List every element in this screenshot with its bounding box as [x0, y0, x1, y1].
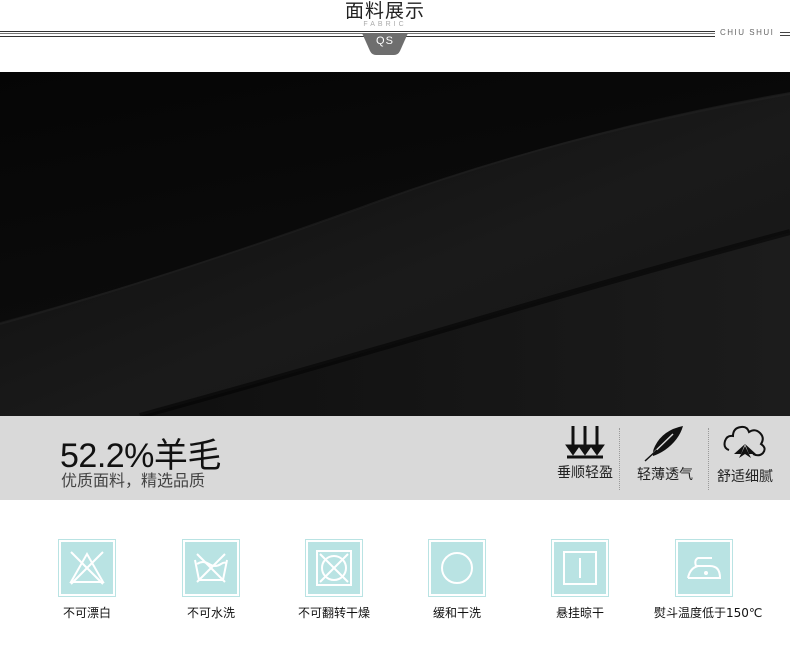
care-label: 缓和干洗 [432, 606, 481, 620]
header-rule [0, 36, 715, 37]
iron-low-icon [687, 557, 722, 579]
care-item: 缓和干洗 [407, 539, 507, 621]
badge-label: QS [376, 35, 394, 47]
header-rule [0, 31, 715, 32]
header-rule [780, 32, 790, 33]
care-label: 熨斗温度低于150℃ [654, 606, 763, 620]
material-band: 52.2%羊毛 优质面料，精选品质 垂顺轻盈 轻薄透气 舒适细腻 [0, 416, 790, 500]
feature-cotton: 舒适细腻 [706, 424, 784, 486]
no-bleach-icon [69, 551, 105, 585]
fabric-photo [0, 72, 790, 416]
fabric-texture [0, 72, 790, 416]
brand-name: CHIU SHUI [720, 28, 775, 37]
header-rule [780, 35, 790, 36]
care-label: 悬挂晾干 [555, 606, 604, 620]
care-tile [428, 539, 486, 597]
care-tile [675, 539, 733, 597]
care-label: 不可翻转干燥 [297, 606, 370, 620]
feature-divider [619, 428, 620, 490]
care-label: 不可水洗 [186, 606, 235, 620]
feature-label: 垂顺轻盈 [557, 465, 613, 481]
section-subtitle: FABRIC [363, 21, 407, 28]
material-tagline: 优质面料，精选品质 [61, 471, 206, 490]
hang-dry-icon [563, 551, 597, 585]
care-tile [551, 539, 609, 597]
care-item: 不可翻转干燥 [284, 539, 384, 621]
no-wash-icon [194, 553, 228, 583]
cotton-icon [723, 425, 766, 458]
care-item: 悬挂晾干 [530, 539, 630, 621]
section-header: 面料展示 FABRIC CHIU SHUI QS [0, 0, 790, 72]
care-item: 熨斗温度低于150℃ [654, 539, 763, 621]
care-tile [58, 539, 116, 597]
care-label: 不可漂白 [62, 606, 111, 620]
care-tile [182, 539, 240, 597]
feature-label: 轻薄透气 [637, 467, 693, 483]
feature-label: 舒适细腻 [717, 469, 773, 485]
header-rule [0, 33, 715, 34]
feature-drape: 垂顺轻盈 [546, 424, 624, 482]
drape-arrows-icon [565, 426, 605, 459]
care-item: 不可漂白 [37, 539, 137, 621]
gentle-dry-clean-icon [441, 552, 473, 584]
feature-feather: 轻薄透气 [626, 424, 704, 484]
no-tumble-dry-icon [316, 550, 352, 586]
care-item: 不可水洗 [161, 539, 261, 621]
feather-icon [644, 426, 683, 462]
care-tile [305, 539, 363, 597]
section-title: 面料展示 [344, 0, 425, 22]
